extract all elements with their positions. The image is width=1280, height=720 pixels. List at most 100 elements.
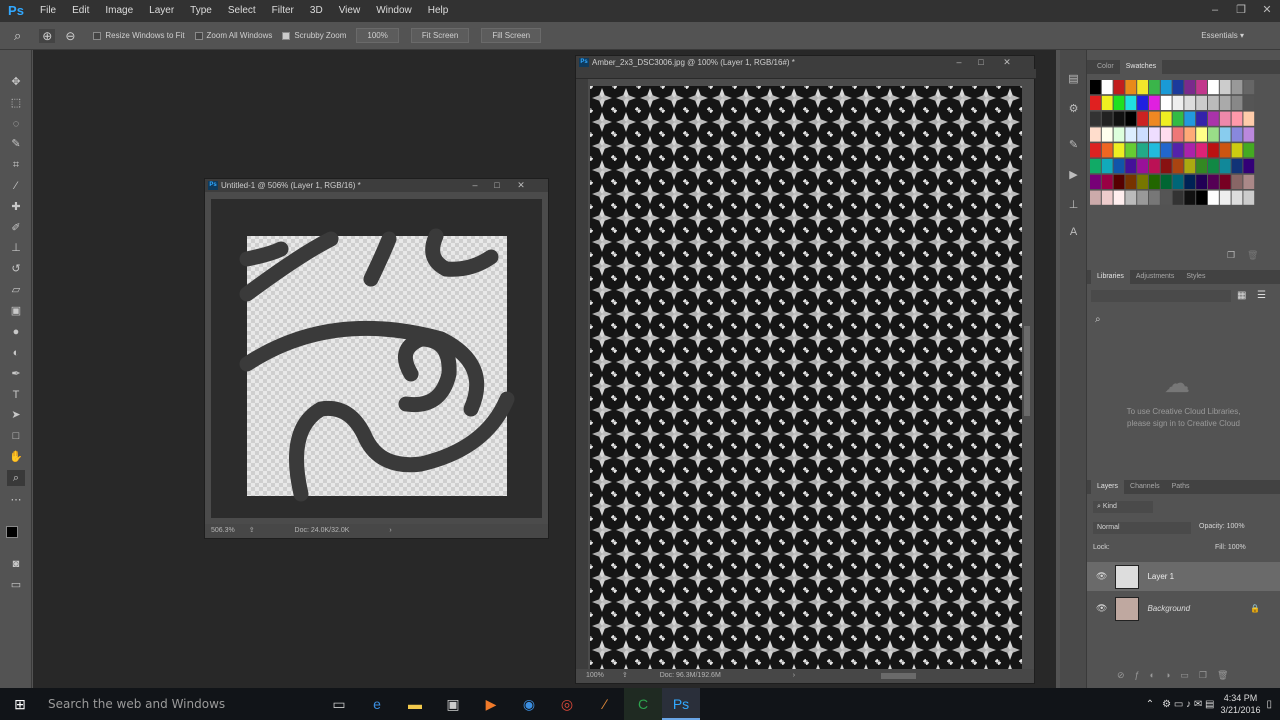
app-icon[interactable]: ◉ (510, 688, 548, 720)
rectangle-tool-icon[interactable]: □ (7, 428, 25, 444)
eye-icon[interactable]: 👁 (1096, 571, 1107, 582)
swatch[interactable] (1101, 111, 1113, 126)
windows-start-icon[interactable]: ⊞ (0, 688, 40, 720)
menu-select[interactable]: Select (220, 0, 264, 22)
swatch[interactable] (1184, 127, 1196, 142)
swatch[interactable] (1125, 174, 1137, 189)
layer-actions-bar[interactable]: ⊘ƒ◐◑▭❐🗑 (1117, 670, 1238, 681)
swatch[interactable] (1090, 143, 1101, 158)
swatch[interactable] (1149, 127, 1160, 142)
vertical-scrollbar[interactable] (1024, 326, 1030, 416)
screen-mode-icon[interactable]: ▭ (7, 577, 25, 593)
swatch[interactable] (1219, 190, 1231, 205)
swatch[interactable] (1231, 95, 1243, 110)
swatches-grid[interactable] (1090, 80, 1260, 250)
swatch[interactable] (1149, 111, 1160, 126)
swatch[interactable] (1125, 80, 1137, 95)
swatch[interactable] (1113, 174, 1125, 189)
swatch[interactable] (1113, 127, 1125, 142)
pen-tool-icon[interactable]: ✒ (7, 366, 25, 382)
layer-filter-dropdown[interactable]: ⌕ Kind (1093, 501, 1153, 513)
swatch[interactable] (1196, 111, 1207, 126)
swatch[interactable] (1208, 174, 1219, 189)
swatch[interactable] (1125, 159, 1137, 174)
swatch[interactable] (1208, 190, 1219, 205)
swatch[interactable] (1101, 174, 1113, 189)
tab-styles[interactable]: Styles (1180, 270, 1211, 284)
scrubby-zoom-checkbox[interactable]: Scrubby Zoom (282, 31, 346, 40)
document-window-amber[interactable]: Ps Amber_2x3_DSC3006.jpg @ 100% (Layer 1… (575, 55, 1036, 684)
menu-view[interactable]: View (331, 0, 369, 22)
swatch[interactable] (1113, 95, 1125, 110)
swatch[interactable] (1101, 80, 1113, 95)
swatch[interactable] (1149, 143, 1160, 158)
swatch[interactable] (1125, 111, 1137, 126)
menu-layer[interactable]: Layer (141, 0, 182, 22)
swatch[interactable] (1231, 143, 1243, 158)
quick-mask-icon[interactable]: ◙ (7, 556, 25, 572)
minimize-icon[interactable]: – (466, 179, 484, 192)
document-canvas[interactable] (211, 199, 542, 518)
swatch[interactable] (1243, 95, 1255, 110)
swatch[interactable] (1208, 111, 1219, 126)
swatch[interactable] (1125, 190, 1137, 205)
zoom-tool-icon[interactable]: ⌕ (14, 28, 21, 44)
swatch[interactable] (1208, 127, 1219, 142)
swatch[interactable] (1208, 95, 1219, 110)
swatch[interactable] (1160, 159, 1172, 174)
gradient-icon[interactable]: ▣ (7, 303, 25, 319)
menu-file[interactable]: File (32, 0, 64, 22)
fit-screen-button[interactable]: Fit Screen (410, 28, 470, 43)
swatch[interactable] (1172, 80, 1184, 95)
swatch[interactable] (1231, 190, 1243, 205)
swatch[interactable] (1184, 159, 1196, 174)
layer-row-layer1[interactable]: 👁 Layer 1 (1087, 562, 1280, 591)
swatch[interactable] (1184, 111, 1196, 126)
swatch[interactable] (1101, 143, 1113, 158)
swatch[interactable] (1172, 111, 1184, 126)
swatch[interactable] (1243, 190, 1255, 205)
swatch[interactable] (1090, 174, 1101, 189)
chevron-up-icon[interactable]: ⌃ (1146, 699, 1154, 710)
swatch[interactable] (1172, 159, 1184, 174)
chevron-right-icon[interactable]: › (793, 672, 795, 679)
swatch[interactable] (1137, 80, 1148, 95)
opacity-control[interactable]: Opacity: 100% (1199, 523, 1245, 530)
search-icon[interactable]: ⌕ (1095, 314, 1101, 325)
foreground-color-swatch[interactable] (6, 526, 18, 538)
workspace-selector[interactable]: Essentials ▾ (1201, 31, 1244, 40)
swatch[interactable] (1231, 127, 1243, 142)
move-tool-icon[interactable]: ✥ (7, 74, 25, 90)
swatch[interactable] (1219, 127, 1231, 142)
swatch[interactable] (1219, 111, 1231, 126)
trash-icon[interactable]: 🗑 (1247, 250, 1258, 261)
document-title-bar[interactable]: Ps Amber_2x3_DSC3006.jpg @ 100% (Layer 1… (576, 56, 1034, 69)
taskbar-search[interactable]: Search the web and Windows (40, 688, 320, 720)
healing-brush-icon[interactable]: ✚ (7, 199, 25, 215)
layer-row-background[interactable]: 👁 Background 🔒 (1087, 594, 1280, 623)
swatch[interactable] (1090, 127, 1101, 142)
swatch[interactable] (1137, 143, 1148, 158)
swatch[interactable] (1160, 174, 1172, 189)
clock[interactable]: 4:34 PM 3/21/2016 (1220, 692, 1260, 716)
swatch[interactable] (1219, 174, 1231, 189)
swatch[interactable] (1137, 111, 1148, 126)
store-icon[interactable]: ▣ (434, 688, 472, 720)
swatch[interactable] (1160, 190, 1172, 205)
zoom-out-icon[interactable]: ⊖ (65, 29, 75, 43)
swatch[interactable] (1231, 80, 1243, 95)
quick-select-icon[interactable]: ✎ (7, 136, 25, 152)
swatch[interactable] (1196, 159, 1207, 174)
swatch[interactable] (1243, 143, 1255, 158)
horizontal-scrollbar[interactable] (881, 673, 916, 679)
actions-icon[interactable]: ▶ (1065, 168, 1082, 183)
pen-app-icon[interactable]: ∕ (586, 688, 624, 720)
swatch[interactable] (1160, 111, 1172, 126)
swatch[interactable] (1113, 80, 1125, 95)
menu-filter[interactable]: Filter (264, 0, 302, 22)
swatch[interactable] (1184, 143, 1196, 158)
swatch[interactable] (1090, 111, 1101, 126)
close-icon[interactable]: ✕ (512, 179, 530, 192)
lasso-tool-icon[interactable]: ◌ (7, 116, 25, 132)
zoom-tool-icon[interactable]: ⌕ (7, 470, 25, 486)
